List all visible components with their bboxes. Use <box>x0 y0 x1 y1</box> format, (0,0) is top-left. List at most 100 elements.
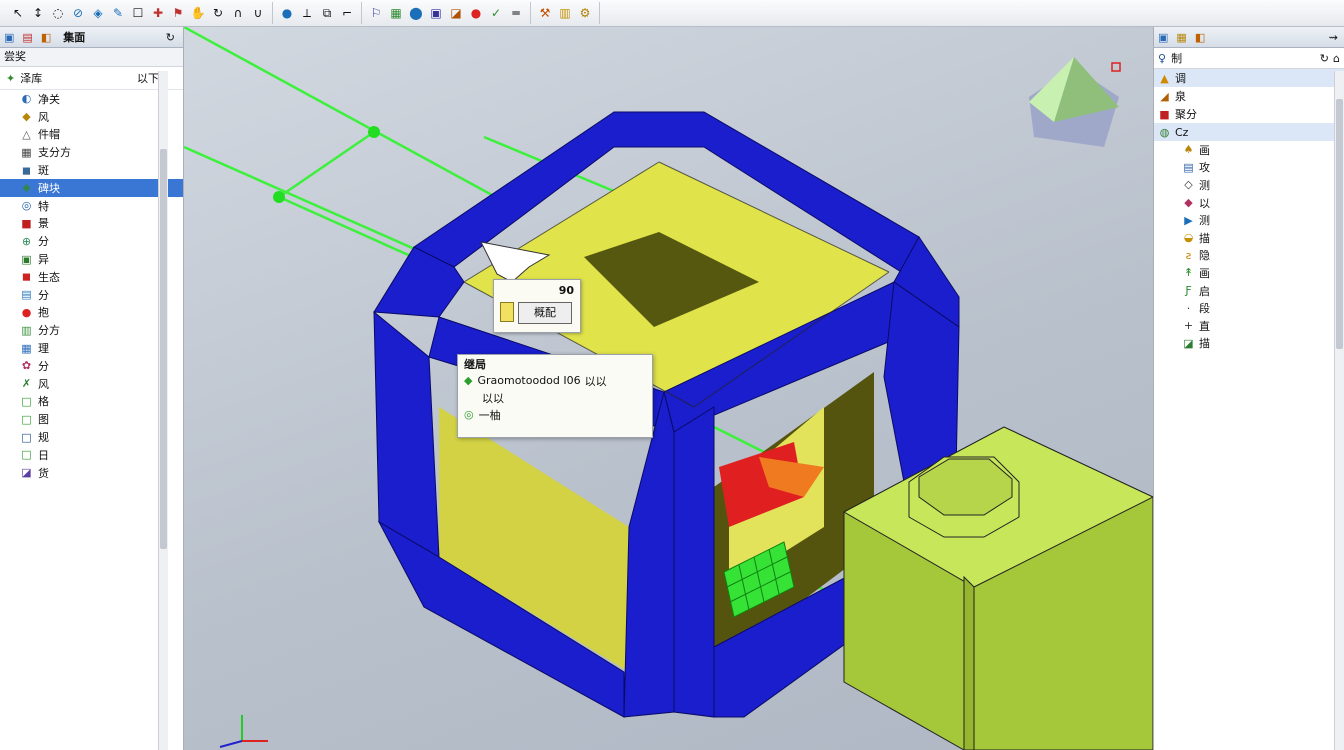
feature-icon: □ <box>21 430 32 444</box>
hand-icon[interactable]: ✋ <box>190 5 206 21</box>
tree-item[interactable]: ▤ 分 <box>0 286 183 304</box>
task-subitem[interactable]: ♠ 画 <box>1154 141 1344 159</box>
tree-item[interactable]: □ 规 <box>0 428 183 446</box>
paint-icon[interactable]: ◪ <box>448 5 464 21</box>
task-subitem[interactable]: Ƒ启 <box>1154 282 1344 300</box>
tab-display-icon[interactable]: ◧ <box>1195 31 1205 44</box>
task-subitem[interactable]: ◆ 以 <box>1154 194 1344 212</box>
stop-icon[interactable]: ● <box>468 5 484 21</box>
task-subitem[interactable]: ↟ 画 <box>1154 264 1344 282</box>
task-subitem[interactable]: ◒ 描 <box>1154 229 1344 247</box>
tab-config-icon[interactable]: ◧ <box>37 29 55 45</box>
tree-item[interactable]: □ 图 <box>0 410 183 428</box>
subitem-icon: ♠ <box>1183 143 1194 157</box>
model-view[interactable] <box>184 27 1153 750</box>
right-scrollbar[interactable] <box>1334 71 1344 750</box>
task-subitem[interactable]: · 段 <box>1154 299 1344 317</box>
arrow-select-icon[interactable]: ↖ <box>10 5 26 21</box>
tab-surfaces[interactable]: 集面 <box>59 29 89 45</box>
rotate-icon[interactable]: ↻ <box>210 5 226 21</box>
tree-item[interactable]: ✿ 分 <box>0 357 183 375</box>
main-toolbar: ↖ ↕ ◌ ⊘ ◈ ✎ ☐ ✚ ⚑ ✋ ↻ ∩ ∪ ● ⟂ ⧉ ⌐ ⚐ ▦ ⬤ ▣ ◪ ● ✓ ═ ⚒ ▥ ⚙ <box>0 0 1344 27</box>
lock-icon[interactable]: ⌂ <box>1333 52 1340 65</box>
tree-item[interactable]: ◪ 货 <box>0 464 183 482</box>
tree-item[interactable]: ▣ 异 <box>0 250 183 268</box>
task-subitem[interactable]: ◪ 描 <box>1154 335 1344 353</box>
tab-view-icon[interactable]: ▣ <box>1158 31 1168 44</box>
edit-icon[interactable]: ☐ <box>130 5 146 21</box>
feature-icon: □ <box>21 448 32 462</box>
flag-blue-icon[interactable]: ⚐ <box>368 5 384 21</box>
hook-icon[interactable]: ∩ <box>230 5 246 21</box>
feature-icon[interactable]: ✚ <box>150 5 166 21</box>
tab-task-icon[interactable]: ▦ <box>1176 31 1186 44</box>
task-row[interactable]: ■ 聚分 <box>1154 105 1344 123</box>
plane-icon[interactable]: ◈ <box>90 5 106 21</box>
tree-root-row[interactable]: ✦ 泽库 以下 <box>0 67 183 90</box>
sphere-icon[interactable]: ● <box>279 5 295 21</box>
edge-icon[interactable]: ⊘ <box>70 5 86 21</box>
task-subitem[interactable]: ƨ隐 <box>1154 247 1344 265</box>
tree-item[interactable]: ◈ 碑块 <box>0 178 183 197</box>
apply-dimension-button[interactable]: 概配 <box>518 302 572 324</box>
settings-icon[interactable]: ⚙ <box>577 5 593 21</box>
tree-item[interactable]: ◐ 净关 <box>0 90 183 108</box>
tree-item[interactable]: □ 日 <box>0 446 183 464</box>
mirror-icon[interactable]: ⧉ <box>319 5 335 21</box>
task-row-label: 泉 <box>1175 90 1186 103</box>
grid-yellow-icon[interactable]: ▥ <box>557 5 573 21</box>
task-row[interactable]: ◍ Cz <box>1154 123 1344 141</box>
cube-icon[interactable]: ▣ <box>428 5 444 21</box>
tree-item[interactable]: ◎ 特 <box>0 197 183 215</box>
tree-item[interactable]: ▥ 分方 <box>0 321 183 339</box>
tree-item[interactable]: ■ 景 <box>0 215 183 233</box>
tree-item[interactable]: ◆ 风 <box>0 108 183 126</box>
task-subitem[interactable]: + 直 <box>1154 317 1344 335</box>
popup-option-3[interactable]: ◎ 一柚 <box>458 406 652 423</box>
right-scrollbar-thumb[interactable] <box>1336 99 1343 349</box>
tree-item[interactable]: ● 抱 <box>0 304 183 322</box>
tree-item-label: 分 <box>38 359 49 373</box>
task-subitem[interactable]: ▶ 测 <box>1154 211 1344 229</box>
tree-item[interactable]: ▦ 支分方 <box>0 143 183 161</box>
task-subitem[interactable]: ▤ 攻 <box>1154 159 1344 177</box>
tree-item-label: 日 <box>38 448 49 462</box>
feature-icon: ▥ <box>21 323 32 337</box>
panel-pin-icon[interactable]: ⇝ <box>1329 31 1338 44</box>
tree-item[interactable]: △ 件帽 <box>0 126 183 144</box>
grid-icon[interactable]: ▦ <box>388 5 404 21</box>
tool-icon[interactable]: ⚒ <box>537 5 553 21</box>
3d-viewport[interactable] <box>184 27 1153 750</box>
panel-options-icon[interactable]: ↻ <box>162 29 179 45</box>
tab-properties-icon[interactable]: ▤ <box>18 29 36 45</box>
subitem-icon: ▶ <box>1184 213 1193 227</box>
line-icon[interactable]: ═ <box>508 5 524 21</box>
tab-parts-icon[interactable]: ▣ <box>0 29 18 45</box>
trim-icon[interactable]: ⌐ <box>339 5 355 21</box>
tree-item[interactable]: ▦ 理 <box>0 339 183 357</box>
feature-icon: ■ <box>21 216 32 230</box>
lasso-icon[interactable]: ◌ <box>50 5 66 21</box>
tree-item[interactable]: □ 格 <box>0 393 183 411</box>
tree-item-label: 生态 <box>38 270 60 284</box>
measure-icon[interactable]: ⟂ <box>299 5 315 21</box>
toolbar-group: ⚒ ▥ ⚙ <box>531 2 600 24</box>
dot-blue-icon[interactable]: ⬤ <box>408 5 424 21</box>
task-row[interactable]: ◢ 泉 <box>1154 87 1344 105</box>
left-scrollbar[interactable] <box>158 71 168 750</box>
tree-item[interactable]: ◼ 生态 <box>0 268 183 286</box>
pointer-icon[interactable]: ↕ <box>30 5 46 21</box>
tree-item[interactable]: ⊕ 分 <box>0 232 183 250</box>
task-subitem[interactable]: ◇ 测 <box>1154 176 1344 194</box>
pen-icon[interactable]: ✎ <box>110 5 126 21</box>
flag-icon[interactable]: ⚑ <box>170 5 186 21</box>
check-icon[interactable]: ✓ <box>488 5 504 21</box>
tree-item-label: 格 <box>38 395 49 409</box>
left-scrollbar-thumb[interactable] <box>160 149 167 549</box>
magnet-icon[interactable]: ∪ <box>250 5 266 21</box>
popup-option-1[interactable]: ◆ Graomotoodod I06 以以 <box>458 372 652 389</box>
tree-item[interactable]: ✗ 风 <box>0 375 183 393</box>
task-row[interactable]: ▲ 调 <box>1154 69 1344 87</box>
refresh-icon[interactable]: ↻ <box>1320 52 1329 65</box>
tree-item[interactable]: ◼ 斑 <box>0 161 183 179</box>
